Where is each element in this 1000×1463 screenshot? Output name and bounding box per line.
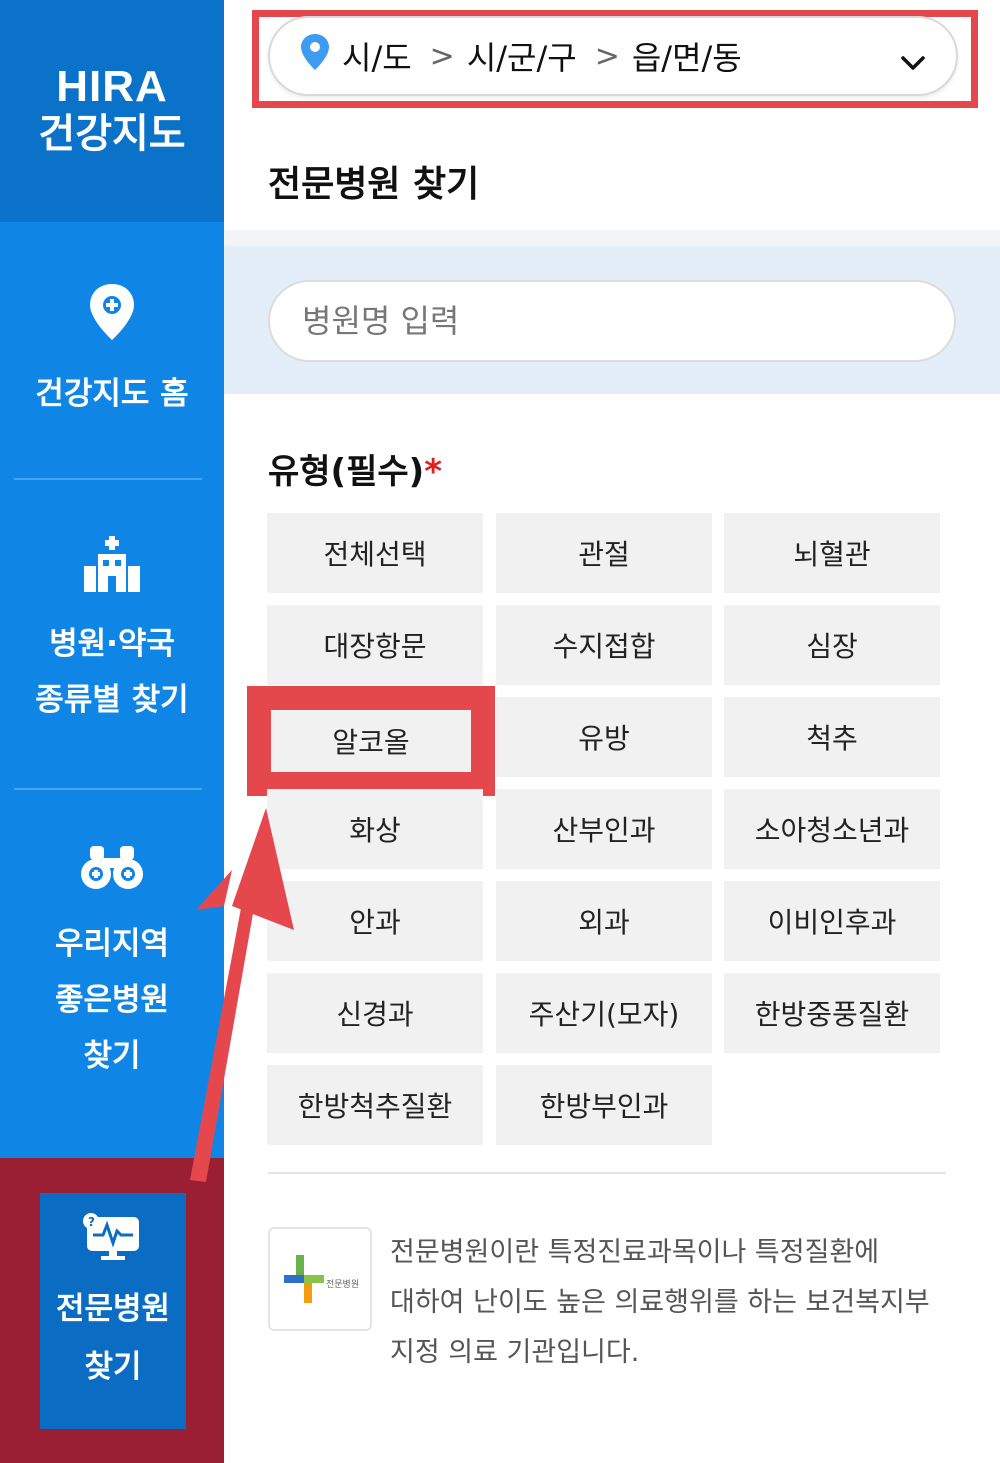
chevron-down-icon[interactable]: [900, 42, 926, 80]
type-button[interactable]: 심장: [724, 605, 940, 685]
type-button[interactable]: 산부인과: [496, 789, 712, 869]
specialty-monitor-icon: ?: [83, 1211, 143, 1280]
sidebar-item-home[interactable]: 건강지도 홈: [0, 282, 224, 422]
location-pin-icon: [300, 33, 330, 79]
section-spacer: [224, 230, 1000, 246]
type-button[interactable]: 한방부인과: [496, 1065, 712, 1145]
type-section-title-text: 유형(필수): [268, 452, 425, 492]
sidebar-item-types-line1: 병원·약국: [49, 626, 175, 662]
brand-logo[interactable]: HIRA 건강지도: [0, 0, 224, 222]
type-button[interactable]: 뇌혈관: [724, 513, 940, 593]
type-button[interactable]: 유방: [496, 697, 712, 777]
sidebar: HIRA 건강지도 건강지도 홈 병원·약국 종류별 찾기 우리지역 좋은병원 …: [0, 0, 224, 1463]
type-section-title: 유형(필수)*: [268, 444, 442, 493]
binoculars-icon: [80, 842, 144, 910]
sidebar-item-types-line2: 종류별 찾기: [35, 682, 189, 718]
type-button[interactable]: 한방중풍질환: [724, 973, 940, 1053]
location-level-2: 시/군/구: [466, 39, 577, 77]
type-button-alcohol[interactable]: 알코올: [271, 710, 471, 772]
sidebar-divider: [14, 788, 202, 790]
info-description: 전문병원이란 특정진료과목이나 특정질환에 대하여 난이도 높은 의료행위를 하…: [390, 1228, 950, 1378]
sidebar-item-area-line3: 찾기: [83, 1038, 141, 1074]
page-title: 전문병원 찾기: [268, 164, 480, 205]
sidebar-item-area[interactable]: 우리지역 좋은병원 찾기: [0, 842, 224, 1084]
type-button[interactable]: 주산기(모자): [496, 973, 712, 1053]
sidebar-item-specialty-line1: 전문병원: [55, 1291, 171, 1327]
sidebar-item-area-line1: 우리지역: [54, 926, 170, 962]
chevron-right-icon: >: [594, 38, 620, 74]
sidebar-item-home-label: 건강지도 홈: [35, 376, 189, 412]
section-divider: [268, 1172, 946, 1174]
location-level-3: 읍/면/동: [631, 39, 742, 77]
brand-logo-top: HIRA: [56, 62, 168, 111]
hospital-building-icon: [82, 536, 142, 610]
chevron-right-icon: >: [429, 38, 455, 74]
type-button[interactable]: 소아청소년과: [724, 789, 940, 869]
sidebar-divider: [14, 478, 202, 480]
svg-text:?: ?: [88, 1215, 95, 1229]
specialty-hospital-logo: 전문병원: [268, 1227, 372, 1331]
location-level-1: 시/도: [342, 39, 412, 77]
type-button[interactable]: 관절: [496, 513, 712, 593]
type-button[interactable]: 이비인후과: [724, 881, 940, 961]
type-button[interactable]: 수지접합: [496, 605, 712, 685]
info-line: 대하여 난이도 높은 의료행위를 하는 보건복지부: [390, 1287, 930, 1318]
type-button[interactable]: 외과: [496, 881, 712, 961]
brand-logo-bottom: 건강지도: [38, 111, 186, 157]
hospital-name-input[interactable]: [268, 280, 956, 362]
required-mark: *: [424, 452, 442, 492]
sidebar-item-area-line2: 좋은병원: [54, 982, 170, 1018]
logo-text: 전문병원: [326, 1279, 359, 1290]
type-button[interactable]: 신경과: [267, 973, 483, 1053]
sidebar-item-specialty-line2: 찾기: [84, 1349, 142, 1385]
info-line: 지정 의료 기관입니다.: [390, 1337, 640, 1368]
location-selector[interactable]: 시/도 > 시/군/구 > 읍/면/동: [268, 16, 958, 96]
type-button[interactable]: 대장항문: [267, 605, 483, 685]
type-button[interactable]: 안과: [267, 881, 483, 961]
type-button[interactable]: 척추: [724, 697, 940, 777]
map-pin-plus-icon: [87, 282, 137, 360]
type-button[interactable]: 화상: [267, 789, 483, 869]
type-button-all[interactable]: 전체선택: [267, 513, 483, 593]
info-line: 전문병원이란 특정진료과목이나 특정질환에: [390, 1237, 880, 1268]
sidebar-item-types[interactable]: 병원·약국 종류별 찾기: [0, 536, 224, 728]
type-button[interactable]: 한방척추질환: [267, 1065, 483, 1145]
sidebar-item-specialty[interactable]: ? 전문병원 찾기: [40, 1193, 186, 1429]
